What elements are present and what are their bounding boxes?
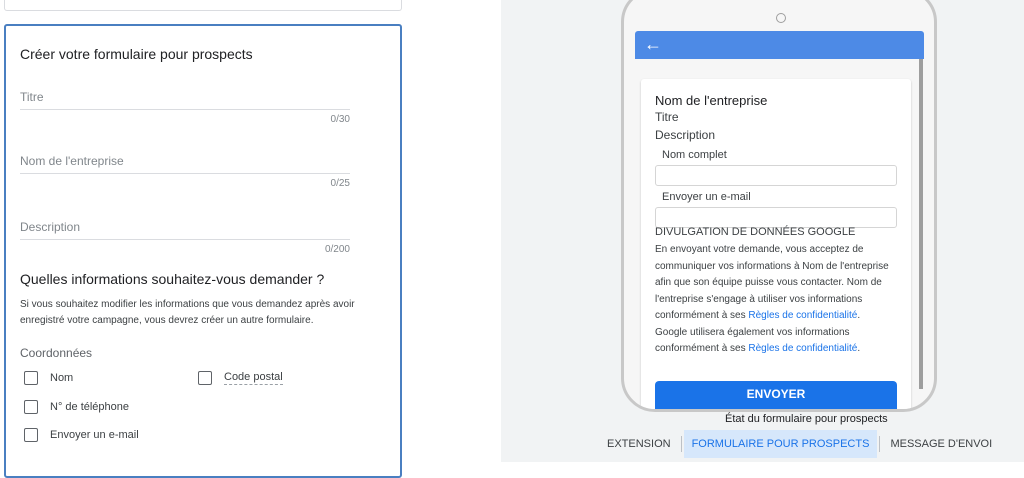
checkbox-postal-code[interactable]: Code postal bbox=[198, 371, 283, 385]
checkbox-name[interactable]: Nom bbox=[24, 371, 73, 385]
checkbox-postal-code-label: Code postal bbox=[224, 371, 283, 385]
questions-heading: Quelles informations souhaitez-vous dema… bbox=[20, 271, 325, 287]
lead-form-editor: Créer votre formulaire pour prospects Ti… bbox=[4, 24, 402, 478]
title-field-underline bbox=[20, 109, 350, 110]
preview-email-label: Envoyer un e-mail bbox=[662, 191, 751, 203]
description-field-underline bbox=[20, 239, 350, 240]
tab-lead-form[interactable]: FORMULAIRE POUR PROSPECTS bbox=[683, 430, 878, 458]
checkbox-phone-box[interactable] bbox=[24, 400, 38, 414]
checkbox-postal-code-box[interactable] bbox=[198, 371, 212, 385]
questions-note: Si vous souhaitez modifier les informati… bbox=[20, 299, 355, 326]
tab-divider bbox=[879, 436, 881, 452]
company-name-field-counter: 0/25 bbox=[330, 178, 350, 189]
company-name-field-underline bbox=[20, 173, 350, 174]
phone-camera bbox=[776, 13, 786, 23]
disclosure-text-part-3: . bbox=[857, 343, 861, 354]
checkbox-email[interactable]: Envoyer un e-mail bbox=[24, 428, 139, 442]
tab-submission-message[interactable]: MESSAGE D'ENVOI bbox=[882, 430, 1000, 458]
preview-state-label: État du formulaire pour prospects bbox=[725, 413, 888, 425]
preview-full-name-input[interactable] bbox=[655, 165, 897, 186]
checkbox-phone[interactable]: N° de téléphone bbox=[24, 400, 129, 414]
privacy-policy-link-1[interactable]: Règles de confidentialité bbox=[748, 310, 857, 321]
preview-disclosure-title: DIVULGATION DE DONNÉES GOOGLE bbox=[655, 226, 856, 238]
preview-description: Description bbox=[655, 128, 716, 142]
checkbox-email-label: Envoyer un e-mail bbox=[50, 429, 139, 441]
tab-extension[interactable]: EXTENSION bbox=[599, 430, 679, 458]
preview-title: Titre bbox=[655, 110, 679, 124]
checkbox-name-box[interactable] bbox=[24, 371, 38, 385]
send-button[interactable]: ENVOYER bbox=[655, 381, 897, 409]
preview-company-name: Nom de l'entreprise bbox=[655, 93, 768, 108]
arrow-left-icon[interactable]: ← bbox=[644, 33, 662, 55]
title-field-counter: 0/30 bbox=[330, 114, 350, 125]
preview-app-bar: ← bbox=[635, 31, 924, 59]
form-editor-title: Créer votre formulaire pour prospects bbox=[20, 46, 253, 62]
checkbox-name-label: Nom bbox=[50, 372, 74, 384]
phone-mockup: ← Nom de l'entreprise Titre Description … bbox=[621, 0, 937, 412]
preview-tabs: EXTENSION FORMULAIRE POUR PROSPECTS MESS… bbox=[599, 430, 1000, 458]
preview-scrollbar[interactable] bbox=[919, 59, 923, 389]
contact-group-label: Coordonnées bbox=[20, 346, 93, 360]
description-field-label: Description bbox=[20, 220, 81, 234]
preview-pane: ← Nom de l'entreprise Titre Description … bbox=[501, 0, 1024, 462]
company-name-field-label: Nom de l'entreprise bbox=[20, 154, 124, 168]
checkbox-phone-label: N° de téléphone bbox=[50, 401, 130, 413]
preview-email-input[interactable] bbox=[655, 207, 897, 228]
privacy-policy-link-2[interactable]: Règles de confidentialité bbox=[748, 343, 857, 354]
previous-section-card bbox=[4, 0, 402, 11]
lead-form-preview-card: Nom de l'entreprise Titre Description No… bbox=[641, 79, 911, 409]
preview-full-name-label: Nom complet bbox=[662, 149, 727, 161]
checkbox-email-box[interactable] bbox=[24, 428, 38, 442]
tab-divider bbox=[680, 436, 682, 452]
description-field-counter: 0/200 bbox=[324, 244, 350, 255]
title-field-label: Titre bbox=[20, 90, 44, 104]
preview-disclosure-text: En envoyant votre demande, vous acceptez… bbox=[655, 242, 895, 358]
